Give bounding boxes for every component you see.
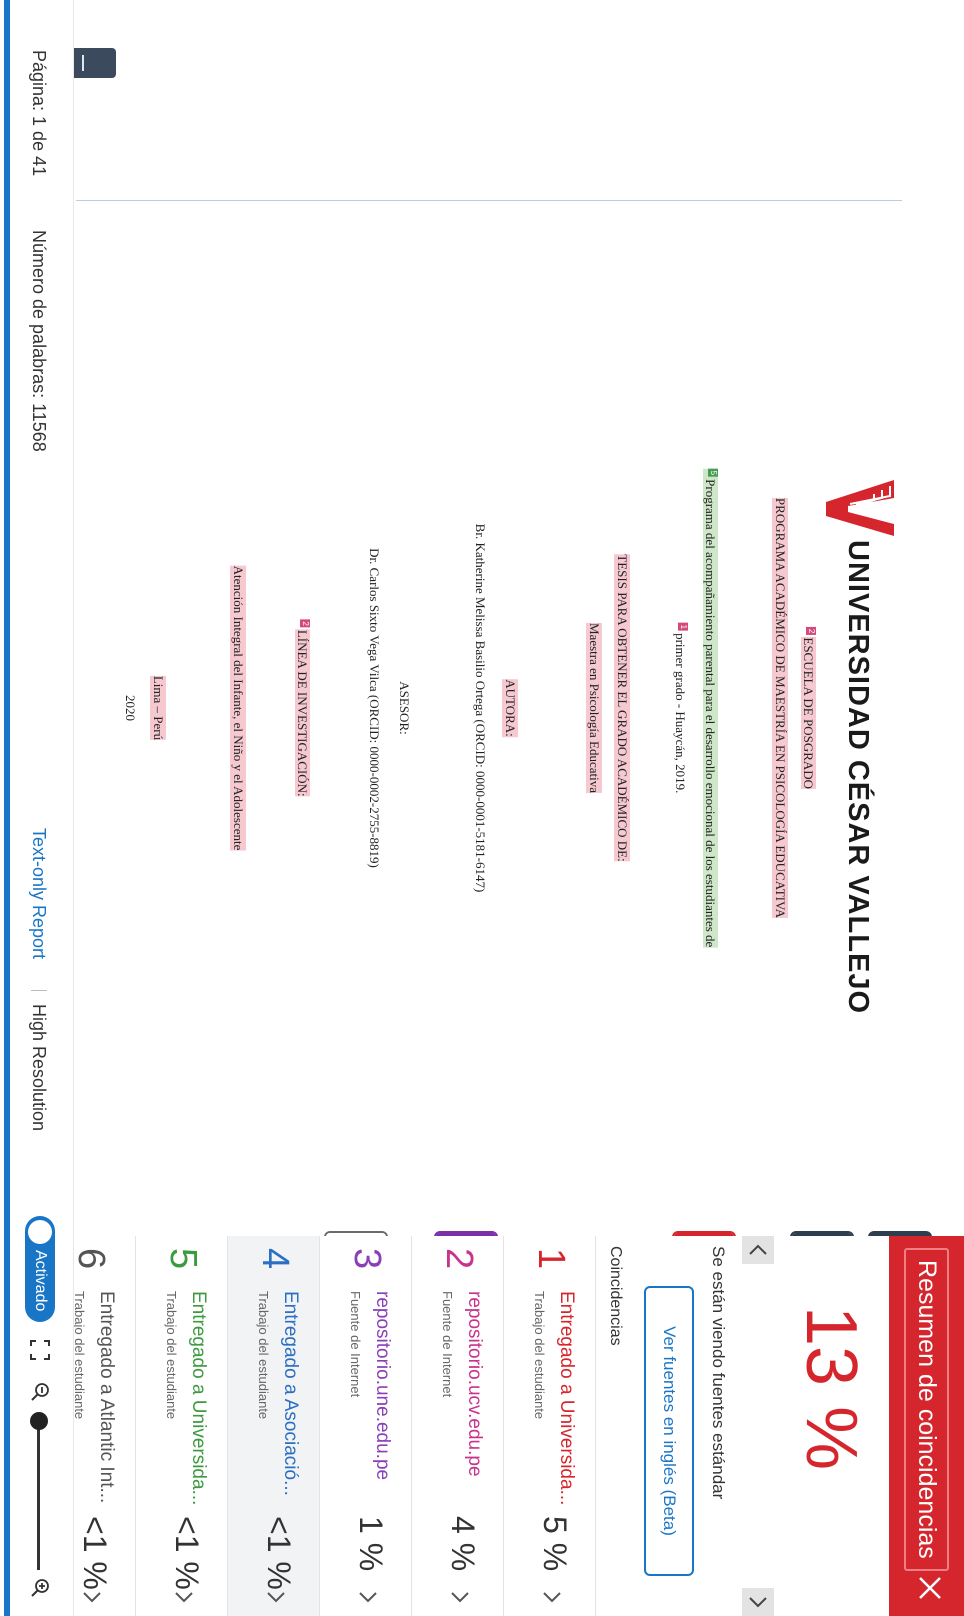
fullscreen-icon[interactable]: [28, 1338, 52, 1362]
page-separator: [76, 200, 902, 201]
source-number: 3: [346, 1248, 388, 1270]
source-type: Trabajo del estudiante: [72, 1291, 87, 1420]
zoom-out-icon[interactable]: [30, 1382, 50, 1402]
source-number: 2: [438, 1248, 480, 1270]
source-row-3[interactable]: 3 repositorio.une.edu.pe Fuente de Inter…: [320, 1236, 412, 1616]
close-icon[interactable]: [916, 1574, 944, 1602]
ucv-logo-icon: [826, 480, 894, 536]
source-type: Fuente de Internet: [348, 1291, 363, 1398]
source-type: Trabajo del estudiante: [164, 1291, 179, 1420]
chevron-right-icon[interactable]: [173, 1586, 195, 1608]
thesis-title-line1: 5Programa del acompañamiento parental pa…: [703, 468, 718, 948]
panel-header: Resumen de coincidencias: [889, 1236, 964, 1616]
source-name: Entregado a Asociació...: [280, 1291, 301, 1496]
chevron-right-icon[interactable]: [742, 1588, 774, 1616]
advisor-label: ASESOR:: [397, 681, 412, 735]
turnitin-viewer: UNIVERSIDAD CÉSAR VALLEJO 2ESCUELA DE PO…: [0, 0, 964, 1616]
status-divider: [31, 990, 47, 991]
source-name: Entregado a Universida...: [556, 1291, 577, 1506]
source-number: 4: [254, 1248, 296, 1270]
panel-title: Resumen de coincidencias: [904, 1248, 949, 1571]
source-percent: 1 %: [353, 1516, 389, 1572]
match-marker[interactable]: 2: [806, 626, 816, 636]
research-line: Atención Integral del Infante, el Niño y…: [230, 565, 246, 851]
source-percent: <1 %: [77, 1516, 113, 1590]
thesis-title-line2: 1primer grado - Huaycán, 2019.: [673, 622, 688, 794]
match-marker[interactable]: 2: [300, 619, 310, 628]
overall-similarity-percent: 13 %: [791, 1306, 871, 1471]
year-line: 2020: [123, 695, 138, 721]
match-marker[interactable]: 1: [678, 622, 688, 632]
english-sources-button[interactable]: Ver fuentes en inglés (Beta): [644, 1286, 694, 1576]
high-resolution-label: High Resolution: [29, 1004, 49, 1132]
match-marker[interactable]: 5: [708, 468, 718, 478]
source-name: Entregado a Universida...: [188, 1291, 209, 1506]
chevron-right-icon[interactable]: [265, 1586, 287, 1608]
source-number: 5: [162, 1248, 204, 1270]
school-line: 2ESCUELA DE POSGRADO: [801, 626, 816, 790]
source-percent: <1 %: [261, 1516, 297, 1590]
chevron-right-icon[interactable]: [81, 1586, 103, 1608]
chevron-right-icon[interactable]: [449, 1586, 471, 1608]
zoom-in-icon[interactable]: [30, 1578, 50, 1598]
source-type: Trabajo del estudiante: [256, 1291, 271, 1420]
page-indicator: Página: 1 de 41: [29, 50, 49, 177]
source-name: repositorio.une.edu.pe: [372, 1291, 393, 1481]
chevron-right-icon[interactable]: [541, 1586, 563, 1608]
zoom-slider-handle[interactable]: [30, 1412, 48, 1430]
toggle-label: Activado: [32, 1250, 49, 1312]
source-number: 6: [70, 1248, 112, 1270]
high-resolution-toggle[interactable]: Activado: [25, 1216, 55, 1322]
source-name: repositorio.ucv.edu.pe: [464, 1291, 485, 1477]
match-overview-panel: Resumen de coincidencias 13 % Se están v…: [44, 1236, 964, 1616]
toggle-knob: [28, 1220, 52, 1244]
source-percent: 4 %: [445, 1516, 481, 1572]
source-row-5[interactable]: 5 Entregado a Universida... Trabajo del …: [136, 1236, 228, 1616]
viewing-sources-label: Se están viendo fuentes estándar: [709, 1246, 728, 1500]
page-border: [4, 0, 10, 1616]
source-row-4[interactable]: 4 Entregado a Asociació... Trabajo del e…: [228, 1236, 320, 1616]
research-label: 2LÍNEA DE INVESTIGACIÓN:: [295, 619, 310, 797]
program-line: PROGRAMA ACADÉMICO DE MAESTRÍA EN PSICOL…: [772, 497, 788, 919]
chevron-left-icon[interactable]: [742, 1236, 774, 1264]
matches-header: Coincidencias: [607, 1246, 624, 1346]
author-label: AUTORA:: [502, 679, 518, 737]
university-name: UNIVERSIDAD CÉSAR VALLEJO: [842, 540, 874, 1015]
source-type: Fuente de Internet: [440, 1291, 455, 1398]
source-percent: 5 %: [537, 1516, 573, 1572]
advisor-name: Dr. Carlos Sixto Vega Vilca (ORCID: 0000…: [367, 548, 382, 868]
text-only-report-link[interactable]: Text-only Report: [28, 828, 49, 959]
source-number: 1: [530, 1248, 572, 1270]
source-type: Trabajo del estudiante: [532, 1291, 547, 1420]
degree-name: Maestra en Psicología Educativa: [586, 622, 602, 794]
place-line: Lima – Perú: [150, 675, 166, 741]
word-count: Número de palabras: 11568: [29, 230, 49, 452]
source-name: Entregado a Atlantic Int...: [96, 1291, 117, 1504]
hamburger-icon: [82, 55, 84, 71]
source-row-2[interactable]: 2 repositorio.ucv.edu.pe Fuente de Inter…: [412, 1236, 504, 1616]
document-viewer[interactable]: UNIVERSIDAD CÉSAR VALLEJO 2ESCUELA DE PO…: [46, 0, 964, 1236]
author-name: Br. Katherine Melissa Basilio Ortega (OR…: [473, 523, 488, 893]
zoom-slider-track[interactable]: [37, 1420, 40, 1570]
source-percent: <1 %: [169, 1516, 205, 1590]
source-row-1[interactable]: 1 Entregado a Universida... Trabajo del …: [504, 1236, 596, 1616]
chevron-right-icon[interactable]: [357, 1586, 379, 1608]
degree-line: TESIS PARA OBTENER EL GRADO ACADÉMICO DE…: [614, 554, 630, 862]
status-bar: Página: 1 de 41 Número de palabras: 1156…: [9, 0, 74, 1616]
